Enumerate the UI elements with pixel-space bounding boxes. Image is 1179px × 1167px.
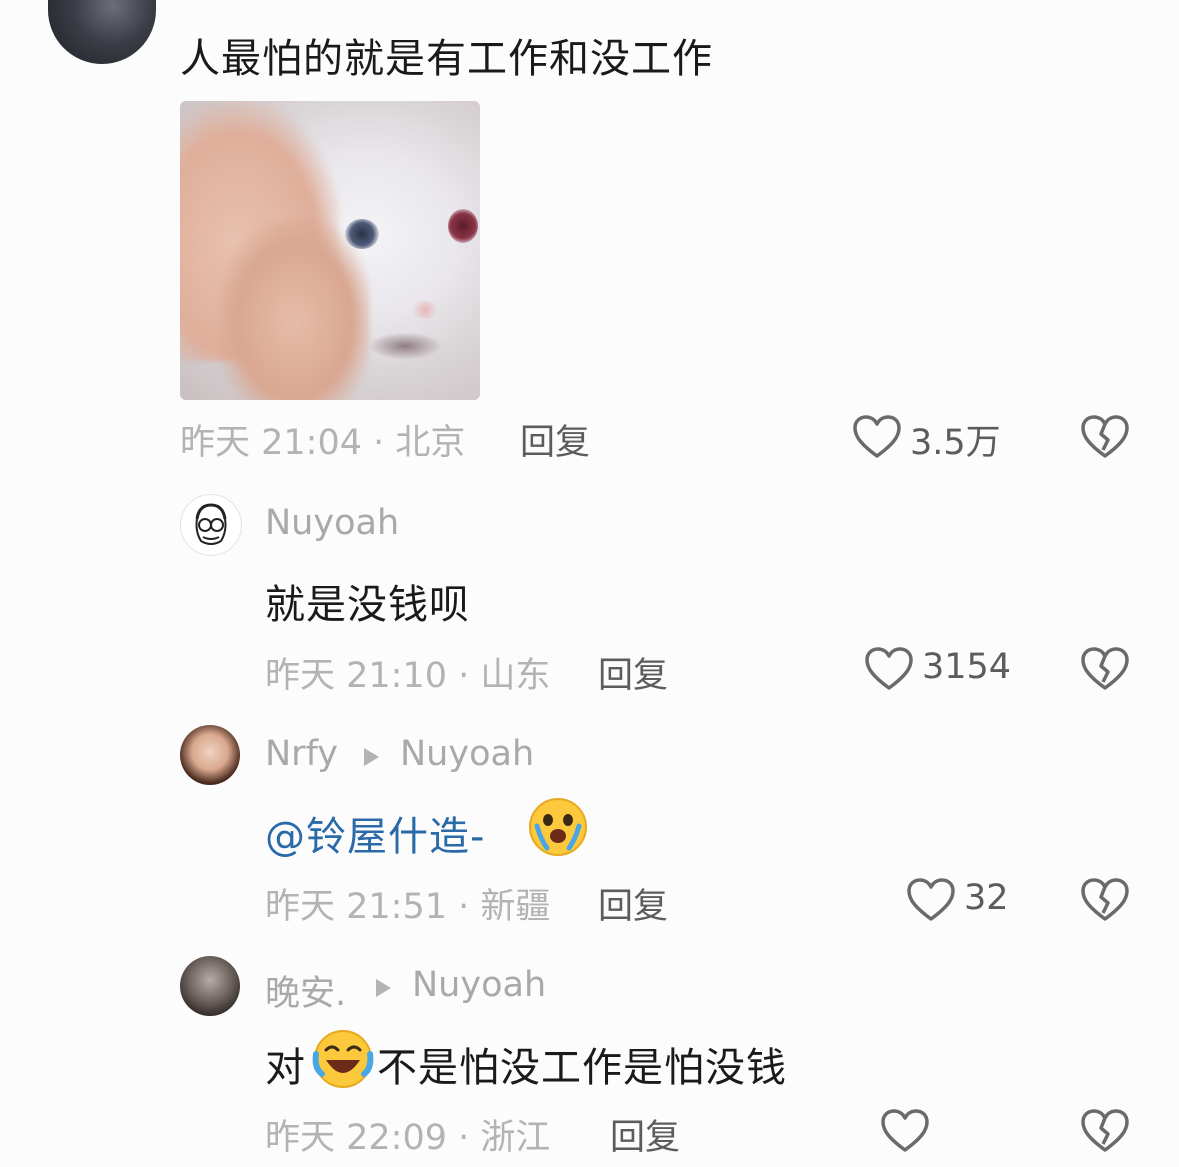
broken-heart-icon[interactable]	[1080, 1108, 1130, 1154]
wanan-avatar[interactable]	[180, 956, 240, 1016]
reply-time-location: 昨天 21:51 · 新疆	[265, 887, 551, 927]
main-comment-time-location: 昨天 21:04 · 北京	[180, 423, 466, 463]
reply-username[interactable]: Nrfy	[265, 734, 338, 774]
reply-text: 就是没钱呗	[265, 582, 470, 628]
reply-like-count: 32	[964, 878, 1009, 918]
reply-time-location: 昨天 21:10 · 山东	[265, 656, 551, 696]
reply-text-before-emoji: 对	[265, 1045, 306, 1091]
reply-arrow-icon	[364, 748, 379, 766]
main-like-count: 3.5万	[910, 423, 1001, 463]
reply-button[interactable]: 回复	[598, 878, 668, 929]
reply-like-count: 3154	[922, 647, 1012, 687]
reply-arrow-icon	[376, 979, 391, 997]
reply-text-after-emoji: 不是怕没工作是怕没钱	[377, 1045, 787, 1091]
reply-time-location: 昨天 22:09 · 浙江	[265, 1118, 551, 1158]
nrfy-avatar[interactable]	[180, 725, 240, 785]
laughing-crying-emoji	[312, 1030, 374, 1088]
heart-outline-icon[interactable]	[864, 646, 914, 692]
nuyoah-avatar[interactable]	[180, 494, 242, 556]
main-comment-text: 人最怕的就是有工作和没工作	[180, 36, 713, 82]
reply-button[interactable]: 回复	[598, 647, 668, 698]
reply-button[interactable]: 回复	[610, 1109, 680, 1160]
main-reply-button[interactable]: 回复	[520, 414, 590, 465]
heart-outline-icon[interactable]	[852, 414, 902, 460]
main-user-avatar[interactable]	[48, 0, 156, 64]
crying-emoji	[529, 798, 587, 856]
broken-heart-icon[interactable]	[1080, 414, 1130, 460]
mention-link[interactable]: @铃屋什造-	[265, 804, 485, 862]
broken-heart-icon[interactable]	[1080, 646, 1130, 692]
cat-meme-image[interactable]	[180, 101, 480, 400]
reply-username[interactable]: 晚安.	[265, 965, 346, 1016]
reply-to-username[interactable]: Nuyoah	[400, 734, 534, 774]
reply-username[interactable]: Nuyoah	[265, 503, 399, 543]
broken-heart-icon[interactable]	[1080, 877, 1130, 923]
heart-outline-icon[interactable]	[906, 877, 956, 923]
reply-to-username[interactable]: Nuyoah	[412, 965, 546, 1005]
heart-outline-icon[interactable]	[880, 1108, 930, 1154]
